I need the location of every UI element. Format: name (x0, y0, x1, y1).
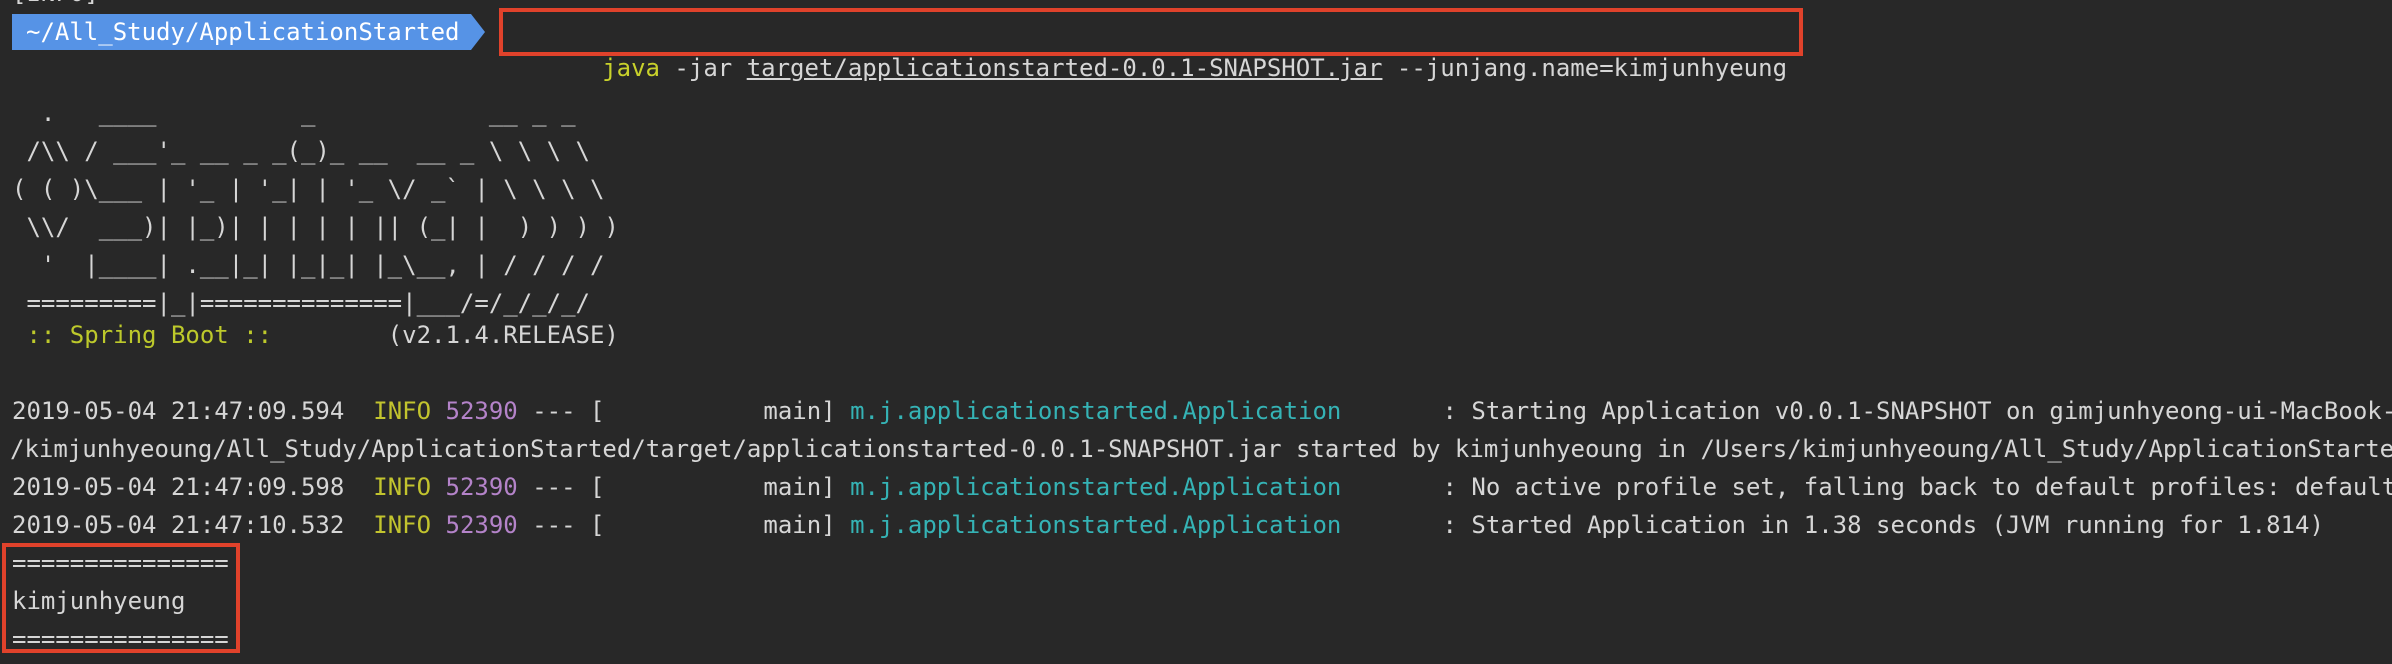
terminal-window[interactable]: [INFO] ~/All_Study/ApplicationStarted ja… (0, 0, 2392, 664)
log-thread: --- [ main] (517, 473, 851, 501)
spring-boot-version: (v2.1.4.RELEASE) (286, 321, 619, 349)
prompt-path: ~/All_Study/ApplicationStarted (12, 14, 472, 50)
log-logger: m.j.applicationstarted.Application (850, 511, 1342, 539)
output-rule-top: =============== (12, 549, 229, 577)
log-continuation-line: /kimjunhyeoung/All_Study/ApplicationStar… (10, 435, 2392, 463)
output-rule-bottom: =============== (12, 625, 229, 653)
command-jar-path[interactable]: target/applicationstarted-0.0.1-SNAPSHOT… (747, 54, 1383, 82)
log-pid: 52390 (445, 511, 518, 539)
previous-output-line: [INFO] (12, 0, 99, 12)
log-timestamp: 2019-05-04 21:47:09.598 (12, 473, 345, 501)
log-level: INFO (373, 511, 432, 539)
log-level: INFO (373, 397, 432, 425)
log-level: INFO (373, 473, 432, 501)
log-timestamp: 2019-05-04 21:47:10.532 (12, 511, 345, 539)
log-thread: --- [ main] (517, 511, 851, 539)
banner-line: . ____ _ __ _ _ (12, 99, 576, 127)
command-line-highlight[interactable]: java -jar target/applicationstarted-0.0.… (499, 8, 1804, 82)
banner-line: ( ( )\___ | '_ | '_| | '_ \/ _` | \ \ \ … (12, 175, 605, 203)
banner-line: \\/ ___)| |_)| | | | | || (_| | ) ) ) ) (12, 213, 619, 241)
log-timestamp: 2019-05-04 21:47:09.594 (12, 397, 345, 425)
spring-boot-version-line: :: Spring Boot :: (v2.1.4.RELEASE) (12, 316, 619, 354)
log-message: : Starting Application v0.0.1-SNAPSHOT o… (1341, 397, 2392, 425)
output-name: kimjunhyeung (12, 587, 186, 615)
log-line: 2019-05-04 21:47:10.532 INFO 52390 --- [… (12, 506, 2324, 544)
log-logger: m.j.applicationstarted.Application (850, 473, 1342, 501)
log-line: 2019-05-04 21:47:09.598 INFO 52390 --- [… (12, 468, 2392, 506)
shell-prompt: ~/All_Study/ApplicationStarted java -jar… (12, 8, 1804, 82)
banner-line: /\\ / ___'_ __ _ _(_)_ __ __ _ \ \ \ \ (12, 137, 590, 165)
command-arg: --junjang.name=kimjunhyeung (1382, 54, 1788, 82)
prompt-arrow-icon (471, 14, 486, 50)
log-pid: 52390 (445, 397, 518, 425)
command-flag: -jar (659, 54, 747, 82)
log-line: 2019-05-04 21:47:09.594 INFO 52390 --- [… (12, 392, 2392, 430)
command-bin: java (602, 54, 660, 82)
log-message: : No active profile set, falling back to… (1341, 473, 2392, 501)
log-logger: m.j.applicationstarted.Application (850, 397, 1342, 425)
spring-boot-label: :: Spring Boot :: (12, 321, 287, 349)
banner-line: ' |____| .__|_| |_|_| |_\__, | / / / / (12, 251, 605, 279)
log-message: : Started Application in 1.38 seconds (J… (1341, 511, 2324, 539)
log-pid: 52390 (445, 473, 518, 501)
log-thread: --- [ main] (517, 397, 851, 425)
